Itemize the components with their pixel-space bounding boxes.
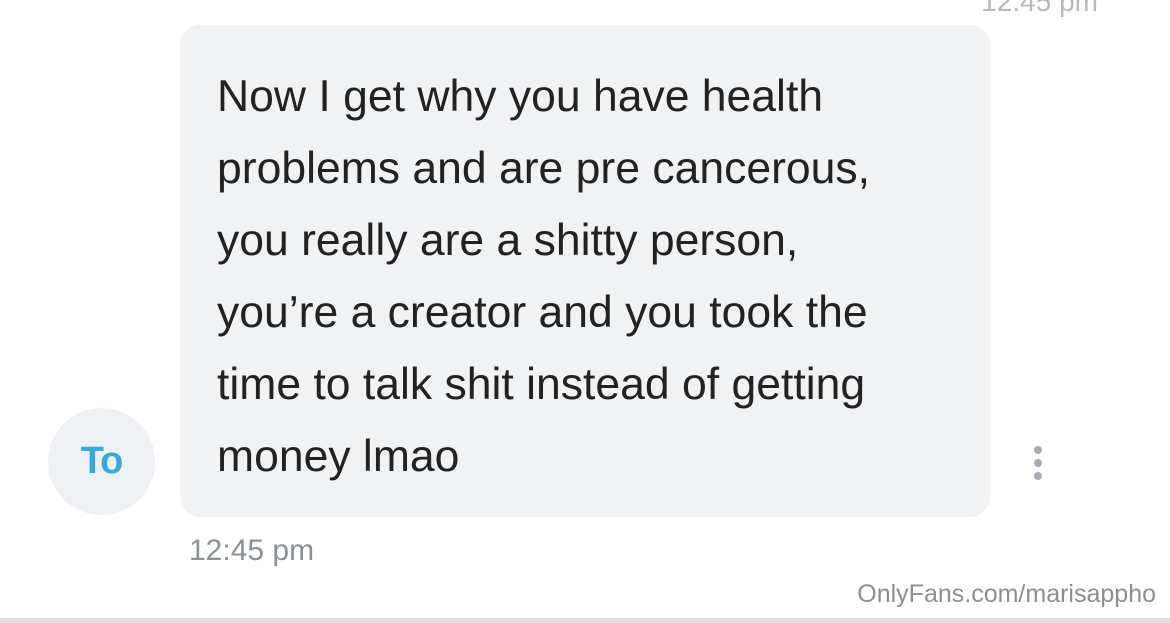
more-dot [1034, 459, 1042, 467]
watermark: OnlyFans.com/marisappho [857, 580, 1156, 608]
more-dot [1034, 472, 1042, 480]
more-dot [1034, 446, 1042, 454]
message-bubble: Now I get why you have health problems a… [180, 25, 990, 517]
divider [0, 618, 1170, 623]
avatar[interactable]: To [48, 408, 155, 515]
previous-message-time: 12:45 pm [981, 0, 1098, 17]
more-vertical-icon[interactable] [1028, 446, 1048, 480]
message-timestamp: 12:45 pm [189, 534, 315, 567]
message-text: Now I get why you have health problems a… [217, 72, 871, 481]
